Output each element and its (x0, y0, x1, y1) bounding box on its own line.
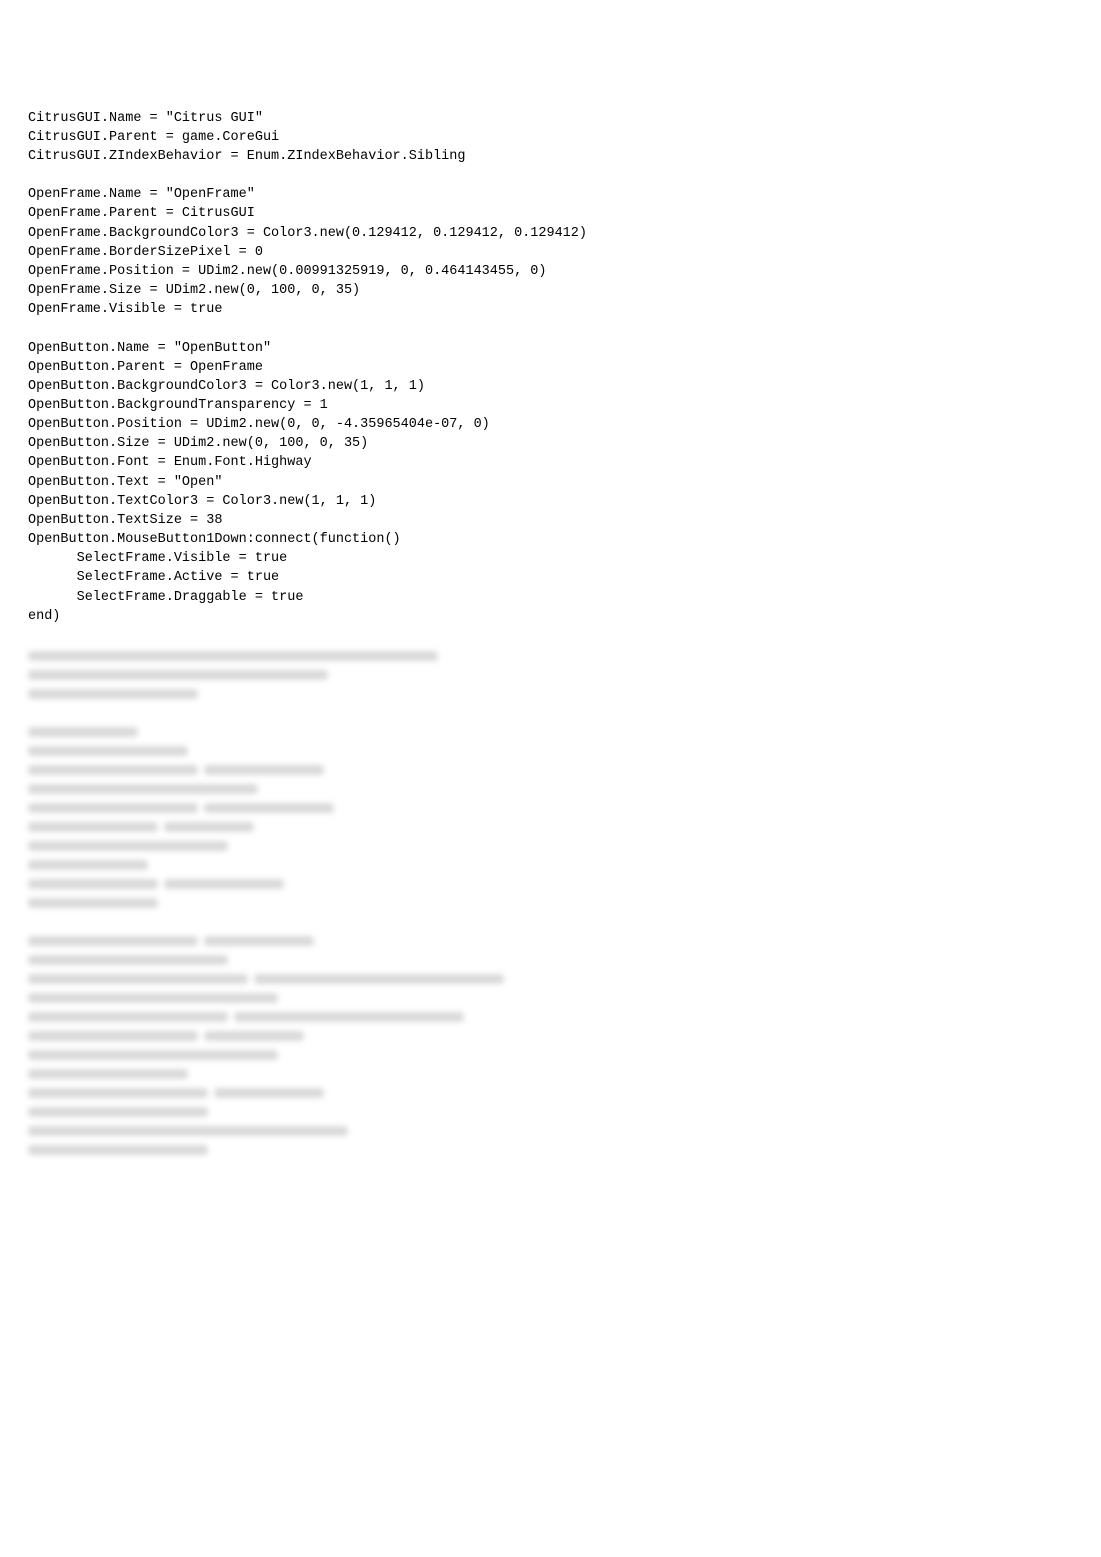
code-line: OpenButton.TextColor3 = Color3.new(1, 1,… (28, 492, 1101, 511)
blurred-line (28, 836, 708, 855)
blurred-line (28, 798, 708, 817)
code-line: CitrusGUI.Parent = game.CoreGui (28, 128, 1101, 147)
code-line: OpenFrame.BackgroundColor3 = Color3.new(… (28, 224, 1101, 243)
code-line: CitrusGUI.Name = "Citrus GUI" (28, 109, 1101, 128)
code-line: OpenFrame.BorderSizePixel = 0 (28, 243, 1101, 262)
blurred-line (28, 950, 708, 969)
code-line: OpenFrame.Size = UDim2.new(0, 100, 0, 35… (28, 281, 1101, 300)
code-line: OpenButton.Size = UDim2.new(0, 100, 0, 3… (28, 434, 1101, 453)
code-line: SelectFrame.Visible = true (28, 549, 1101, 568)
code-line: OpenFrame.Parent = CitrusGUI (28, 204, 1101, 223)
code-listing: CitrusGUI.Name = "Citrus GUI"CitrusGUI.P… (28, 109, 1101, 722)
code-line: OpenButton.TextSize = 38 (28, 511, 1101, 530)
code-line: OpenButton.BackgroundTransparency = 1 (28, 396, 1101, 415)
code-line: OpenButton.MouseButton1Down:connect(func… (28, 530, 1101, 549)
blurred-line (28, 988, 708, 1007)
blurred-line (28, 1140, 708, 1159)
blurred-line (28, 1083, 708, 1102)
blurred-line (28, 703, 708, 722)
blurred-line (28, 646, 708, 665)
code-line: OpenButton.BackgroundColor3 = Color3.new… (28, 377, 1101, 396)
blurred-region (28, 646, 708, 1159)
code-line: SelectFrame.Draggable = true (28, 588, 1101, 607)
code-line (28, 166, 1101, 185)
code-line: OpenButton.Text = "Open" (28, 473, 1101, 492)
blurred-line (28, 684, 708, 703)
blurred-line (28, 1102, 708, 1121)
code-line: CitrusGUI.ZIndexBehavior = Enum.ZIndexBe… (28, 147, 1101, 166)
blurred-line (28, 1045, 708, 1064)
code-line: OpenButton.Parent = OpenFrame (28, 358, 1101, 377)
code-line: end) (28, 607, 1101, 626)
code-line: OpenFrame.Visible = true (28, 300, 1101, 319)
blurred-line (28, 1026, 708, 1045)
blurred-line (28, 741, 708, 760)
code-line (28, 626, 1101, 645)
blurred-line (28, 779, 708, 798)
blurred-line (28, 1007, 708, 1026)
code-line: OpenFrame.Position = UDim2.new(0.0099132… (28, 262, 1101, 281)
code-line: OpenButton.Font = Enum.Font.Highway (28, 453, 1101, 472)
code-line: OpenFrame.Name = "OpenFrame" (28, 185, 1101, 204)
blurred-line (28, 931, 708, 950)
code-line (28, 319, 1101, 338)
blurred-line (28, 893, 708, 912)
blurred-line (28, 874, 708, 893)
blurred-line (28, 855, 708, 874)
blurred-line (28, 1064, 708, 1083)
code-line: OpenButton.Name = "OpenButton" (28, 339, 1101, 358)
blurred-line (28, 969, 708, 988)
code-line: SelectFrame.Active = true (28, 568, 1101, 587)
blurred-line (28, 1121, 708, 1140)
blurred-line (28, 760, 708, 779)
blurred-line (28, 817, 708, 836)
code-line: OpenButton.Position = UDim2.new(0, 0, -4… (28, 415, 1101, 434)
blurred-line (28, 722, 708, 741)
blurred-line (28, 665, 708, 684)
blurred-line (28, 912, 708, 931)
